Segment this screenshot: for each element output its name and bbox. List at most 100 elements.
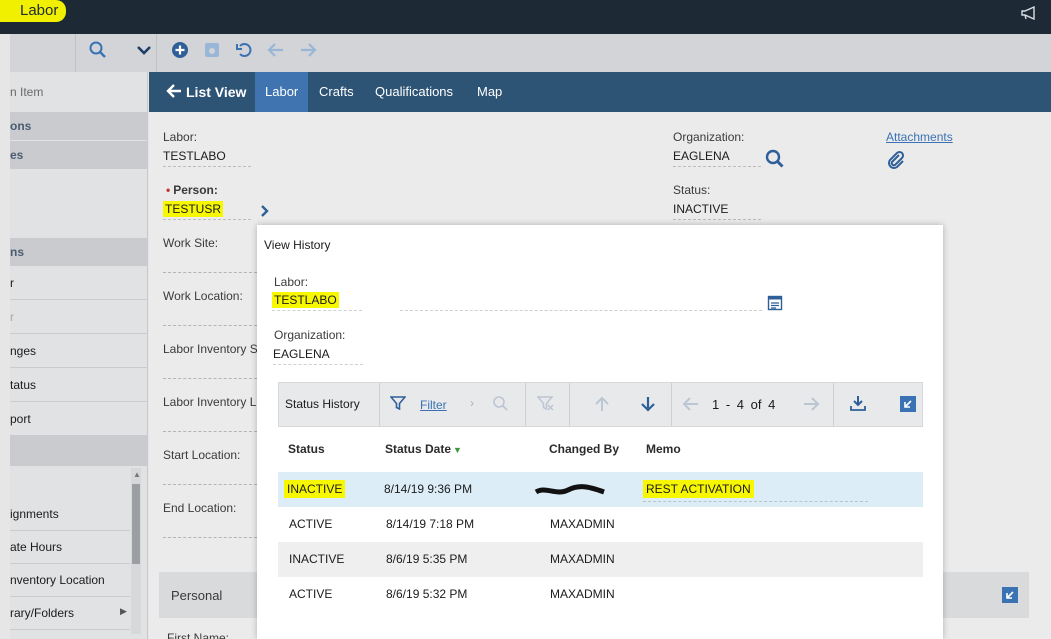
arrow-down-icon[interactable]: [640, 395, 656, 416]
table-row[interactable]: INACTIVE 8/14/19 9:36 PM REST ACTIVATION: [278, 472, 923, 507]
sidebar-item[interactable]: rary/Folders: [10, 596, 130, 630]
end-location-field[interactable]: [163, 537, 257, 538]
status-date-cell: 8/6/19 5:32 PM: [386, 587, 468, 601]
work-site-field[interactable]: [163, 272, 257, 273]
sidebar-item[interactable]: ate Hours: [10, 530, 130, 564]
column-header-changed-by[interactable]: Changed By: [549, 442, 619, 456]
pagination-text: 1 - 4 of 4: [712, 397, 776, 412]
dialog-labor-description: [400, 310, 762, 311]
previous-page-icon: [682, 395, 700, 416]
labor-inventory-location-field[interactable]: [163, 431, 257, 432]
tab-qualifications[interactable]: Qualifications: [365, 72, 463, 112]
dialog-labor-field: TESTLABO: [272, 292, 362, 311]
status-date-cell: 8/14/19 9:36 PM: [384, 482, 473, 496]
add-icon[interactable]: [168, 40, 192, 64]
status-history-title: Status History: [285, 397, 360, 411]
sidebar-section-header[interactable]: ns: [10, 238, 148, 266]
app-title: Labor: [0, 0, 67, 22]
tab-crafts[interactable]: Crafts: [309, 72, 364, 112]
toolbar-separator: [671, 383, 672, 426]
previous-icon: [264, 40, 288, 64]
sidebar-section-header[interactable]: ons: [10, 112, 148, 140]
toolbar: [10, 34, 1051, 72]
toolbar-separator: [833, 383, 834, 426]
labor-inventory-site-field[interactable]: [163, 378, 257, 379]
table-row[interactable]: INACTIVE 8/6/19 5:35 PM MAXADMIN: [278, 542, 923, 577]
work-site-label: Work Site:: [163, 236, 219, 250]
sidebar-item[interactable]: port: [10, 402, 148, 436]
dialog-title: View History: [264, 238, 331, 252]
organization-field[interactable]: EAGLENA: [673, 149, 761, 167]
toolbar-separator: [525, 383, 526, 426]
title-bar: [0, 0, 1051, 34]
chevron-down-icon[interactable]: [132, 40, 156, 64]
table-row[interactable]: ACTIVE 8/6/19 5:32 PM MAXADMIN: [278, 577, 923, 612]
search-icon: [492, 395, 510, 416]
sidebar-item-disabled: r: [10, 300, 148, 334]
filter-link[interactable]: Filter: [420, 398, 447, 412]
labor-inventory-site-label: Labor Inventory S: [163, 342, 258, 356]
chevron-right-icon[interactable]: [259, 204, 271, 221]
end-location-label: End Location:: [163, 501, 237, 515]
dialog-labor-label: Labor:: [274, 275, 309, 289]
tab-labor[interactable]: Labor: [255, 72, 309, 112]
chevron-right-icon: ›: [470, 396, 474, 410]
labor-inventory-location-label: Labor Inventory L: [163, 395, 257, 409]
changed-by-cell: MAXADMIN: [550, 517, 615, 531]
status-cell: ACTIVE: [289, 587, 333, 601]
arrow-left-icon: [166, 73, 182, 113]
table-row[interactable]: ACTIVE 8/14/19 7:18 PM MAXADMIN: [278, 507, 923, 542]
changed-by-cell: MAXADMIN: [550, 552, 615, 566]
search-icon[interactable]: [764, 148, 786, 173]
dialog-organization-field: EAGLENA: [273, 347, 363, 365]
chevron-right-icon: ▶: [120, 606, 127, 616]
sidebar-item[interactable]: ignments: [10, 497, 130, 531]
redacted-mark: [534, 483, 606, 502]
dialog-labor-value: TESTLABO: [272, 292, 339, 308]
sidebar-section-header[interactable]: es: [10, 141, 148, 169]
paperclip-icon[interactable]: [886, 150, 906, 173]
status-field: INACTIVE: [673, 202, 761, 220]
status-value: INACTIVE: [284, 480, 346, 498]
sidebar-scroll-thumb[interactable]: [132, 484, 140, 564]
column-header-status-date[interactable]: Status Date ▼: [385, 442, 462, 456]
start-location-field[interactable]: [163, 484, 257, 485]
sidebar-item[interactable]: nges: [10, 334, 148, 368]
search-icon[interactable]: [86, 40, 110, 64]
filter-icon[interactable]: [389, 395, 407, 414]
download-icon[interactable]: [849, 394, 867, 415]
labor-label: Labor:: [163, 130, 198, 144]
megaphone-icon[interactable]: [1021, 5, 1039, 23]
next-icon: [296, 40, 320, 64]
clear-filter-icon: [536, 395, 555, 416]
expand-icon[interactable]: [1002, 587, 1018, 603]
organization-label: Organization:: [673, 130, 745, 144]
work-location-field[interactable]: [163, 325, 257, 326]
sidebar-item[interactable]: tatus: [10, 368, 148, 402]
tab-list-view-label: List View: [186, 84, 247, 100]
attachments-link[interactable]: Attachments: [886, 130, 953, 144]
status-cell: ACTIVE: [289, 517, 333, 531]
person-label-text: Person:: [173, 183, 218, 197]
tab-list-view[interactable]: List View: [156, 72, 256, 112]
labor-field[interactable]: TESTLABO: [163, 149, 251, 167]
column-header-status[interactable]: Status: [288, 442, 325, 456]
status-date-cell: 8/14/19 7:18 PM: [386, 517, 475, 531]
expand-icon[interactable]: [900, 396, 916, 412]
toolbar-separator: [569, 383, 570, 426]
personal-section-title: Personal: [171, 588, 223, 603]
scroll-up-icon[interactable]: ▲: [133, 470, 141, 479]
status-date-cell: 8/6/19 5:35 PM: [386, 552, 468, 566]
sidebar-item[interactable]: r: [10, 266, 148, 300]
sidebar-search-item[interactable]: n Item: [10, 72, 148, 112]
long-description-icon[interactable]: [767, 295, 783, 314]
tab-map[interactable]: Map: [467, 72, 512, 112]
person-field[interactable]: TESTUSR: [163, 201, 251, 220]
column-header-memo[interactable]: Memo: [646, 442, 681, 456]
memo-underline: [643, 501, 868, 502]
undo-icon[interactable]: [232, 40, 256, 64]
status-label: Status:: [673, 183, 711, 197]
person-value: TESTUSR: [163, 201, 224, 217]
start-location-label: Start Location:: [163, 448, 241, 462]
sidebar-item[interactable]: nventory Location: [10, 563, 130, 597]
